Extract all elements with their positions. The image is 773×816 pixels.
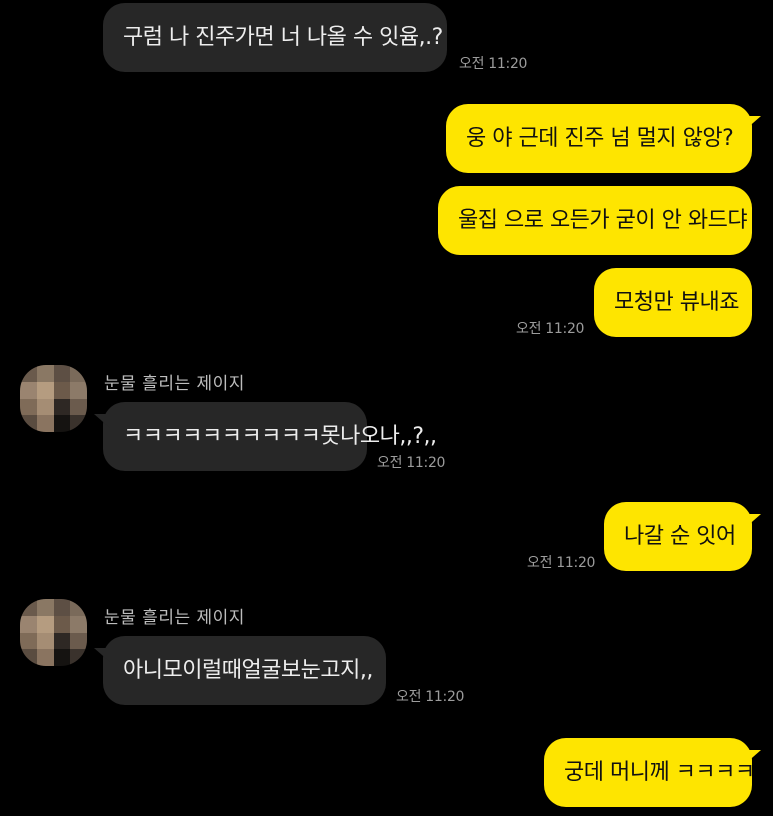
message-bubble-outgoing[interactable]: 궁데 머니께 ㅋㅋㅋㅋ [544, 738, 761, 807]
bubble-tail [745, 750, 761, 764]
message-text: 모청만 뷰내죠 [614, 290, 739, 315]
message-bubble-outgoing[interactable]: 웅 야 근데 진주 넘 멀지 않앙? [446, 104, 761, 173]
message-text: ㅋㅋㅋㅋㅋㅋㅋㅋㅋㅋ못나오나,,?,, [123, 424, 437, 449]
message-bubble-outgoing[interactable]: 나갈 순 잇어 [604, 502, 761, 571]
message-text: 아니모이럴때얼굴보눈고지,, [123, 658, 373, 683]
sender-name: 눈물 흘리는 제이지 [104, 608, 245, 628]
message-text: 궁데 머니께 ㅋㅋㅋㅋ [564, 760, 755, 785]
message-text: 울집 으로 오든가 굳이 안 와드댜 [458, 208, 748, 233]
message-timestamp: 오전 11:20 [377, 455, 446, 471]
message-timestamp: 오전 11:20 [459, 56, 528, 72]
message-bubble-incoming[interactable]: 아니모이럴때얼굴보눈고지,, [94, 636, 386, 705]
contact-avatar[interactable] [20, 365, 87, 432]
bubble-tail [94, 648, 110, 662]
bubble-tail [745, 116, 761, 130]
message-text: 구럼 나 진주가면 너 나올 수 잇윰,.? [123, 25, 443, 50]
message-timestamp: 오전 11:20 [396, 689, 465, 705]
message-bubble-outgoing[interactable]: 모청만 뷰내죠 [594, 268, 752, 337]
message-text: 나갈 순 잇어 [624, 524, 736, 549]
message-bubble-incoming[interactable]: ㅋㅋㅋㅋㅋㅋㅋㅋㅋㅋ못나오나,,?,, [94, 402, 437, 471]
message-bubble-outgoing[interactable]: 울집 으로 오든가 굳이 안 와드댜 [438, 186, 752, 255]
message-text: 웅 야 근데 진주 넘 멀지 않앙? [466, 126, 734, 151]
message-timestamp: 오전 11:20 [516, 321, 585, 337]
message-timestamp: 오전 11:20 [527, 555, 596, 571]
sender-name: 눈물 흘리는 제이지 [104, 374, 245, 394]
contact-avatar[interactable] [20, 599, 87, 666]
bubble-tail [94, 414, 110, 428]
message-bubble-incoming[interactable]: 구럼 나 진주가면 너 나올 수 잇윰,.? [103, 3, 447, 72]
bubble-tail [745, 514, 761, 528]
